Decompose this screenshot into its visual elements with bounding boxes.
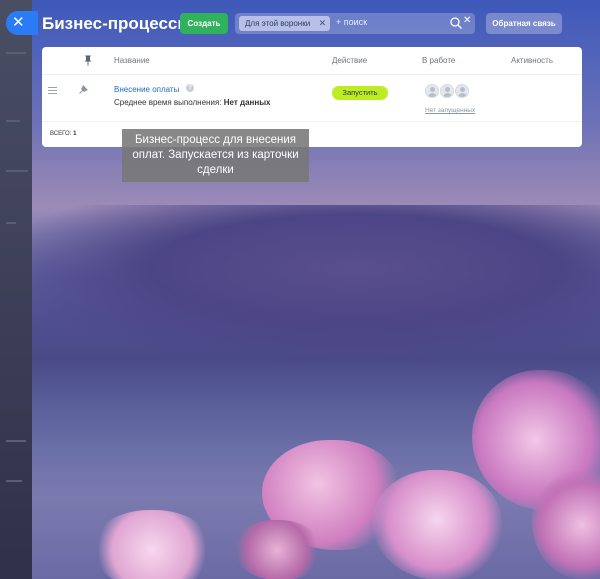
bp-name-link[interactable]: Внесение оплаты <box>114 85 179 94</box>
avg-duration-value: Нет данных <box>223 98 271 107</box>
help-icon[interactable]: ? <box>186 84 194 92</box>
wallpaper-mountain <box>32 205 600 365</box>
row-divider <box>42 121 582 122</box>
total-value: 1 <box>73 131 77 137</box>
feedback-button[interactable]: Обратная связь <box>486 13 562 34</box>
avatar-icon <box>455 84 469 98</box>
wallpaper-flower <box>232 520 322 579</box>
close-slider-button[interactable]: ✕ <box>6 11 38 35</box>
backdrop-line <box>6 170 28 172</box>
wallpaper-flower <box>372 470 502 579</box>
page-backdrop <box>0 0 32 579</box>
slider-panel: Бизнес-процессы Создать Для этой воронки… <box>32 0 600 579</box>
header-divider <box>42 74 582 75</box>
backdrop-line <box>6 120 20 122</box>
wallpaper-flower <box>92 510 212 579</box>
pin-icon <box>84 55 92 66</box>
total-count: ВСЕГО: 1 <box>50 131 76 137</box>
tooltip: Бизнес-процесс для внесения оплат. Запус… <box>122 129 309 182</box>
avg-duration: Среднее время выполнения: Нет данных <box>114 98 270 107</box>
backdrop-line <box>6 480 22 482</box>
avatar-icon <box>425 84 439 98</box>
not-started-link[interactable]: Нет запущенных <box>425 107 475 114</box>
drag-handle-icon[interactable] <box>48 87 57 94</box>
pin-icon[interactable] <box>79 84 89 94</box>
filter-tag-label: Для этой воронки <box>245 19 311 28</box>
column-header-activity: Активность <box>511 56 554 65</box>
total-label: ВСЕГО: <box>50 131 72 137</box>
create-button[interactable]: Создать <box>180 13 228 34</box>
filter-tag[interactable]: Для этой воронки ✕ <box>239 16 331 31</box>
column-header-name[interactable]: Название <box>114 56 150 65</box>
run-button[interactable]: Запустить <box>332 86 388 100</box>
avg-duration-label: Среднее время выполнения: <box>114 98 222 107</box>
backdrop-line <box>6 52 26 54</box>
backdrop-line <box>6 440 26 442</box>
search-input[interactable]: + поиск <box>336 17 367 27</box>
search-filter-box[interactable]: Для этой воронки ✕ + поиск ✕ <box>235 13 475 34</box>
backdrop-line <box>6 222 16 224</box>
clear-icon[interactable]: ✕ <box>463 15 471 26</box>
remove-filter-icon[interactable]: ✕ <box>319 16 327 31</box>
avatar-icon <box>440 84 454 98</box>
column-header-in-progress: В работе <box>422 56 456 65</box>
search-icon[interactable] <box>449 16 463 30</box>
close-icon: ✕ <box>12 14 25 31</box>
page-title: Бизнес-процессы <box>42 14 192 33</box>
column-header-action: Действие <box>332 56 368 65</box>
